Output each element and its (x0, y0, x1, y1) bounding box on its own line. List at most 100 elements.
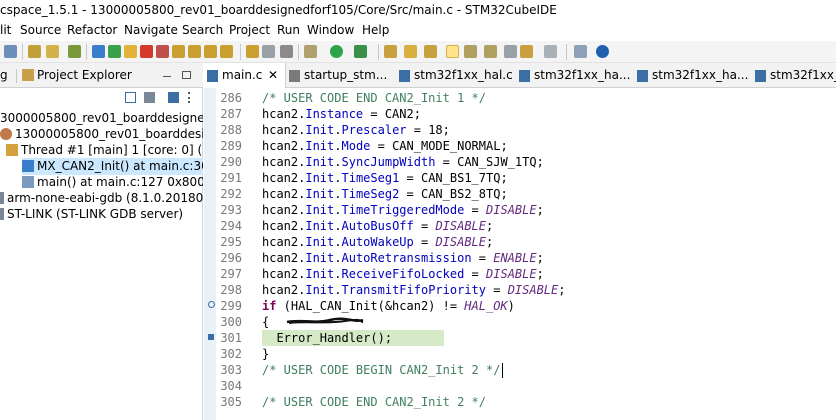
filter-icon[interactable] (262, 45, 275, 58)
debug-icon[interactable] (68, 45, 81, 58)
code-field: Init (305, 283, 335, 297)
restart-icon[interactable] (220, 45, 233, 58)
line-number: 297 (220, 267, 242, 281)
code-line-299[interactable]: if (HAL_CAN_Init(&hcan2) != HAL_OK) (262, 298, 836, 314)
thread-icon (6, 144, 18, 156)
step-icon[interactable] (92, 45, 105, 58)
menu-refactor[interactable]: Refactor (67, 22, 117, 39)
new-icon[interactable] (46, 45, 59, 58)
left-panel: g Project Explorer 3000005800_rev01_boar… (0, 63, 203, 420)
step-return-icon[interactable] (204, 45, 217, 58)
code-line-290[interactable]: hcan2.Init.SyncJumpWidth = CAN_SJW_1TQ; (262, 154, 836, 170)
highlight-icon[interactable] (446, 45, 459, 58)
disconnect-icon[interactable] (156, 45, 169, 58)
menu-run[interactable]: Run (277, 22, 300, 39)
code-line-287[interactable]: hcan2.Instance = CAN2; (262, 106, 836, 122)
toolbar-separator (240, 44, 241, 60)
open-perspective-icon[interactable] (574, 45, 587, 58)
save-icon[interactable] (4, 45, 17, 58)
line-number: 301 (220, 331, 242, 345)
code-line-288[interactable]: hcan2.Init.Prescaler = 18; (262, 122, 836, 138)
code-line-286[interactable]: /* USER CODE END CAN2_Init 1 */ (262, 90, 836, 106)
code-line-293[interactable]: hcan2.Init.TimeTriggeredMode = DISABLE; (262, 202, 836, 218)
code-token: hcan2. (262, 107, 306, 121)
code-macro: ENABLE (493, 251, 537, 265)
code-line-292[interactable]: hcan2.Init.TimeSeg2 = CAN_BS2_8TQ; (262, 186, 836, 202)
maximize-icon[interactable] (182, 71, 191, 79)
target-icon[interactable] (280, 45, 293, 58)
close-icon[interactable]: ✕ (268, 63, 278, 88)
code-line-303[interactable]: /* USER CODE BEGIN CAN2_Init 2 */ (262, 362, 836, 378)
tree-item-gdb[interactable]: arm-none-eabi-gdb (8.1.0.20180315) (0, 190, 203, 207)
code-line-298[interactable]: hcan2.Init.TransmitFifoPriority = DISABL… (262, 282, 836, 298)
code-line-289[interactable]: hcan2.Init.Mode = CAN_MODE_NORMAL; (262, 138, 836, 154)
code-line-305[interactable]: /* USER CODE END CAN2_Init 2 */ (262, 394, 836, 410)
run-icon[interactable] (330, 45, 343, 58)
menu-window[interactable]: Window (307, 22, 354, 39)
code-line-297[interactable]: hcan2.Init.ReceiveFifoLocked = DISABLE; (262, 266, 836, 282)
terminate-icon[interactable] (140, 45, 153, 58)
minimize-icon[interactable] (163, 76, 171, 77)
link-editor-icon[interactable] (144, 92, 155, 103)
tab-stm32f1xx-hal-c[interactable]: stm32f1xx_hal.c (396, 63, 516, 88)
tab-startup[interactable]: startup_stm... (286, 63, 396, 88)
resume-icon[interactable] (108, 45, 121, 58)
menu-help[interactable]: Help (362, 22, 389, 39)
prev-annotation-icon[interactable] (484, 45, 497, 58)
open-type-icon[interactable] (384, 45, 397, 58)
tree-item-frame-mx-can2-init[interactable]: MX_CAN2_Init() at main.c:301 0 (22, 158, 203, 175)
code-token: = 18; (406, 123, 450, 137)
tree-item-thread[interactable]: Thread #1 [main] 1 [core: 0] (Susp (6, 142, 203, 159)
tab-debug[interactable]: g (0, 68, 8, 82)
code-line-302[interactable]: } (262, 346, 836, 362)
next-annotation-icon[interactable] (464, 45, 477, 58)
forward-icon[interactable] (544, 45, 557, 58)
code-token: ) (507, 299, 515, 313)
menu-edit[interactable]: lit (0, 22, 11, 39)
step-filter-icon[interactable] (168, 92, 179, 103)
line-number: 300 (220, 315, 242, 329)
step-into-icon[interactable] (172, 45, 185, 58)
menu-search[interactable]: Search (182, 22, 223, 39)
search-icon[interactable] (404, 45, 417, 58)
debug-config-icon[interactable] (354, 45, 367, 58)
menu-project[interactable]: Project (229, 22, 270, 39)
tab-stm32f1xx-h[interactable]: stm32f1xx_h (752, 63, 836, 88)
tree-item-process[interactable]: 13000005800_rev01_boarddesignedforf (0, 126, 203, 143)
code-field: AutoWakeUp (341, 235, 414, 249)
menu-source[interactable]: Source (20, 22, 61, 39)
code-token: . (334, 283, 342, 297)
view-menu-icon[interactable] (188, 92, 192, 103)
code-field: Init (305, 187, 335, 201)
asm-file-icon (289, 70, 300, 82)
tree-item-stlink[interactable]: ST-LINK (ST-LINK GDB server) (0, 206, 203, 223)
instruction-step-icon[interactable] (246, 45, 259, 58)
info-icon[interactable] (596, 45, 609, 58)
menu-navigate[interactable]: Navigate (124, 22, 178, 39)
code-line-291[interactable]: hcan2.Init.TimeSeg1 = CAN_BS1_7TQ; (262, 170, 836, 186)
code-line-295[interactable]: hcan2.Init.AutoWakeUp = DISABLE; (262, 234, 836, 250)
tab-stm32f1xx-ha-1[interactable]: stm32f1xx_ha... (516, 63, 634, 88)
menu-bar: lit Source Refactor Navigate Search Proj… (0, 20, 836, 41)
tree-item-launch-config[interactable]: 3000005800_rev01_boarddesignedforf (0, 110, 203, 127)
last-edit-icon[interactable] (504, 45, 517, 58)
edit-icon[interactable] (424, 45, 437, 58)
code-line-304[interactable] (262, 378, 836, 394)
tab-main-c[interactable]: main.c ✕ (204, 63, 286, 88)
code-line-301-current[interactable]: Error_Handler(); (262, 330, 444, 346)
tab-project-explorer[interactable]: Project Explorer (22, 68, 132, 82)
code-line-294[interactable]: hcan2.Init.AutoBusOff = DISABLE; (262, 218, 836, 234)
code-line-296[interactable]: hcan2.Init.AutoRetransmission = ENABLE; (262, 250, 836, 266)
collapse-all-icon[interactable] (125, 92, 136, 103)
tree-item-frame-main[interactable]: main() at main.c:127 0x800274 (22, 174, 203, 191)
suspend-icon[interactable] (124, 45, 137, 58)
line-number: 304 (220, 379, 242, 393)
breakpoint-marker-icon[interactable] (208, 301, 215, 308)
line-number: 296 (220, 251, 242, 265)
back-icon[interactable] (520, 45, 533, 58)
code-token: hcan2. (262, 171, 306, 185)
step-over-icon[interactable] (188, 45, 201, 58)
tab-stm32f1xx-ha-2[interactable]: stm32f1xx_ha... (634, 63, 752, 88)
gear-icon[interactable] (304, 45, 317, 58)
build-icon[interactable] (28, 45, 41, 58)
